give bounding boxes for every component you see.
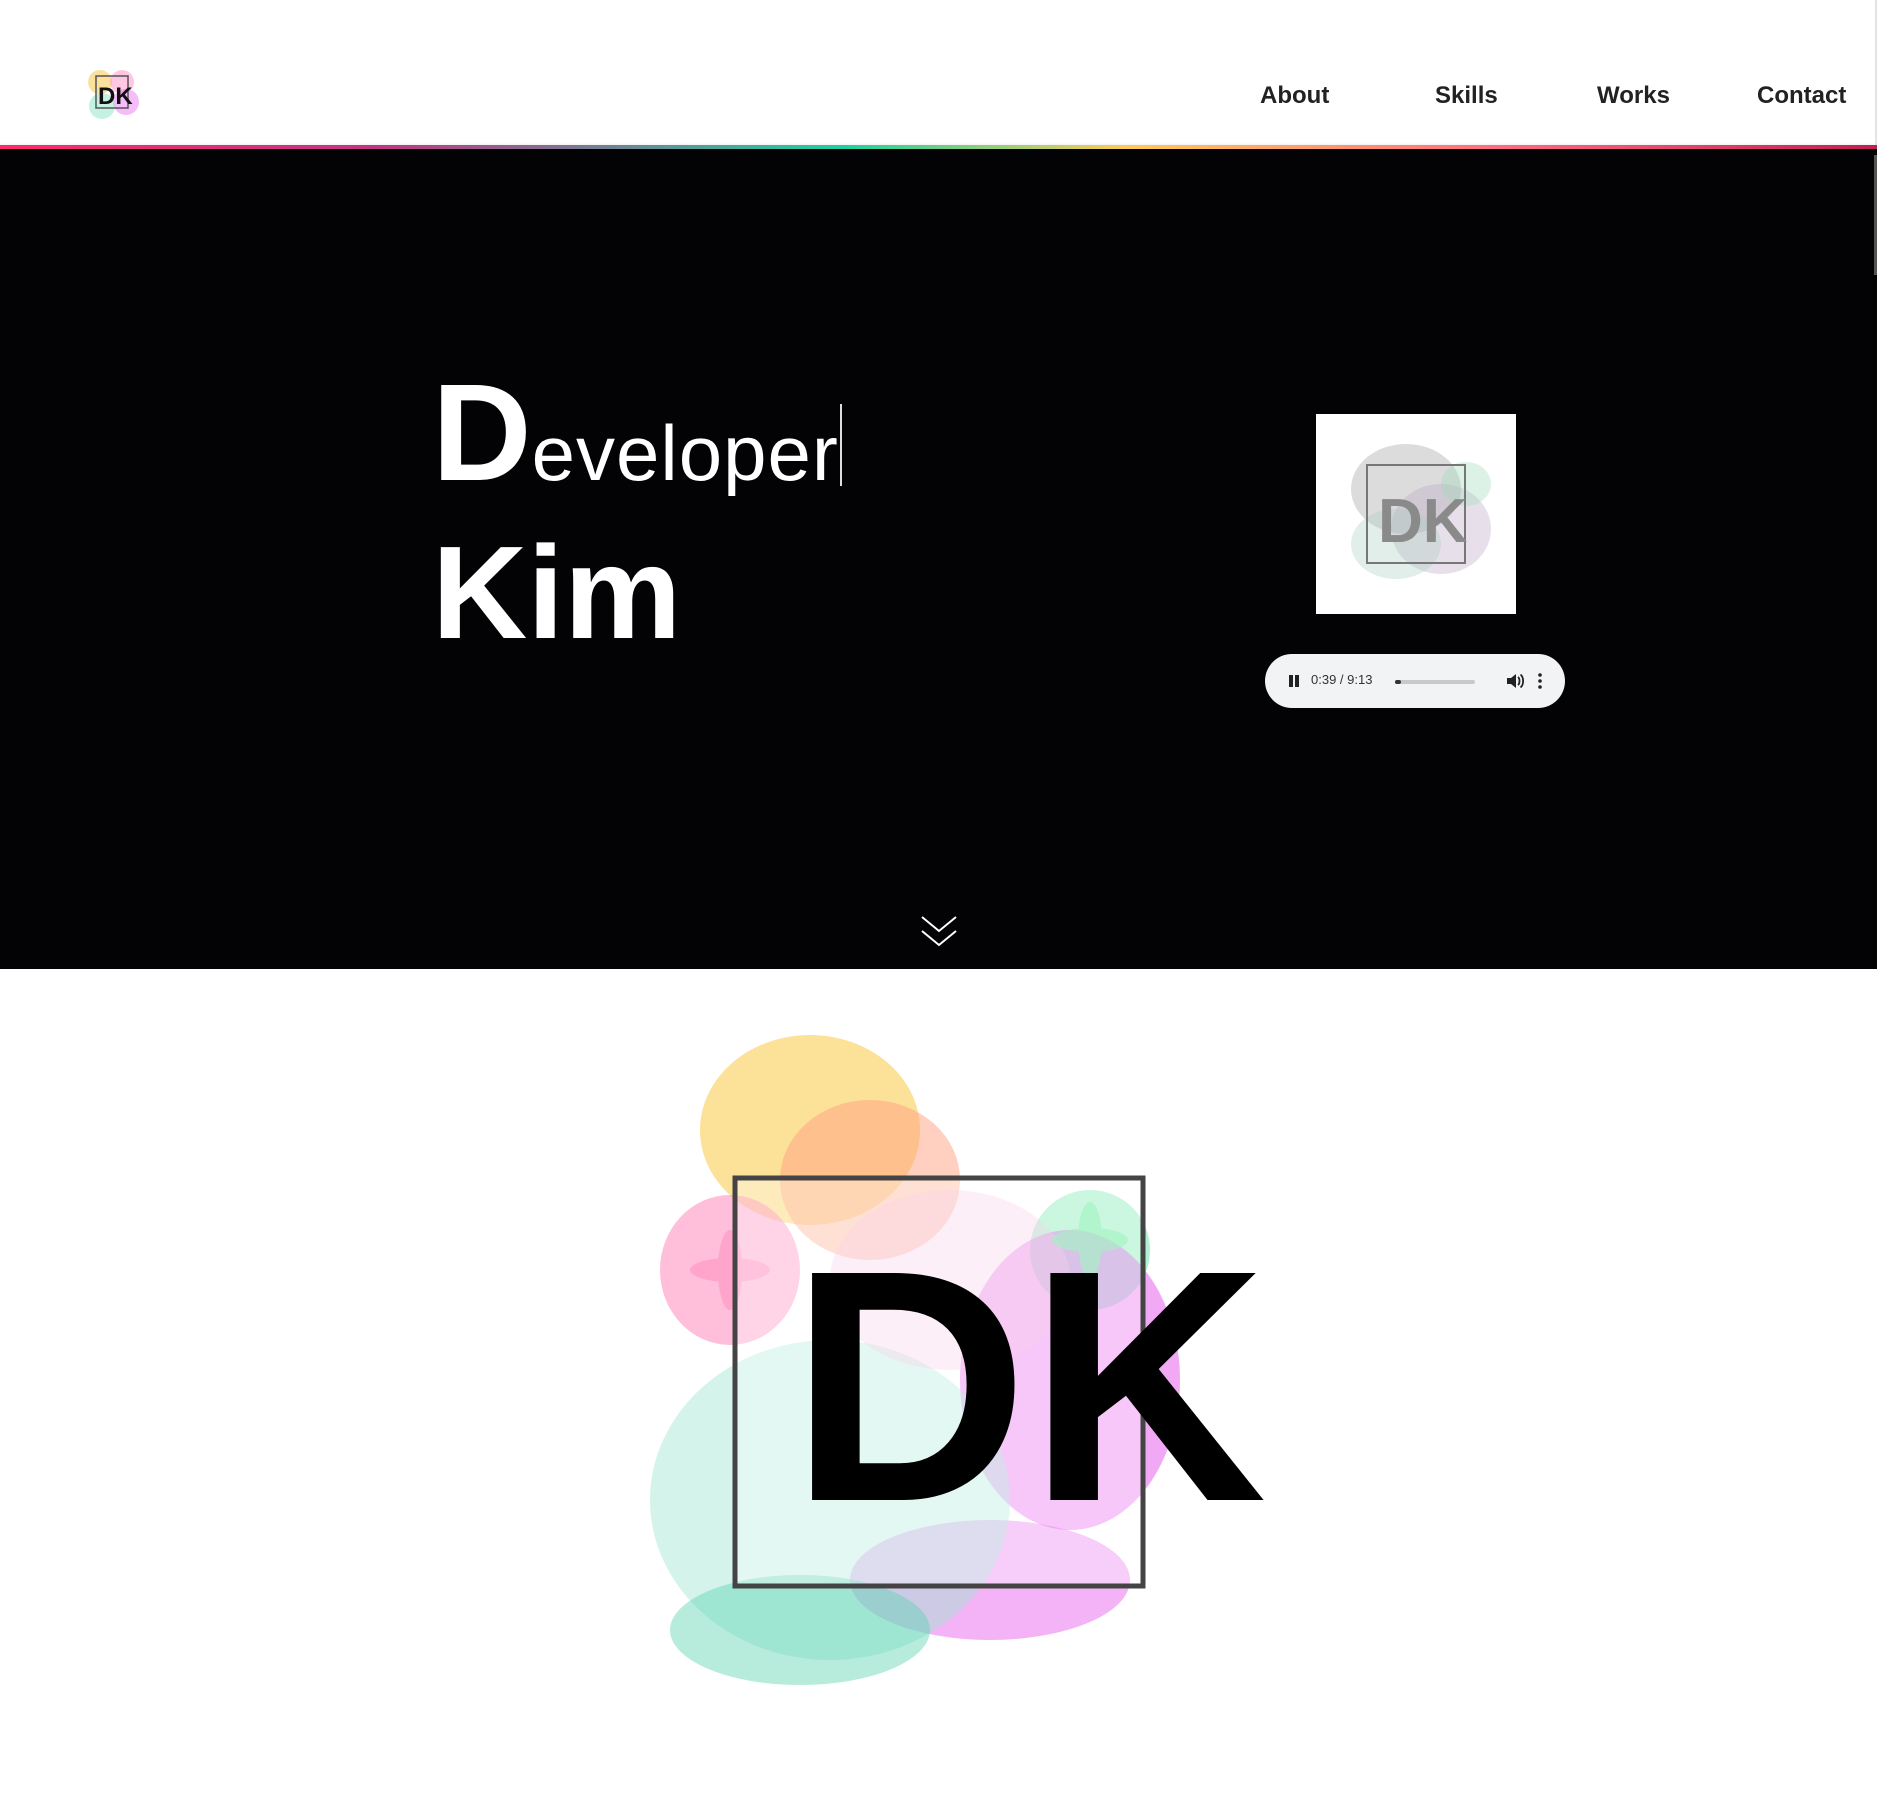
large-logo-text: DK: [790, 1201, 1267, 1570]
dk-logo-large: DK: [650, 1035, 1267, 1685]
audio-progress-fill: [1395, 680, 1401, 684]
album-art: DK: [1316, 414, 1516, 614]
hero-title: Developer: [432, 354, 842, 513]
audio-player: 0:39 / 9:13: [1265, 654, 1565, 708]
chevron-double-down-icon[interactable]: [918, 911, 960, 951]
nav-contact[interactable]: Contact: [1757, 82, 1846, 110]
hero-subtitle: Kim: [432, 519, 682, 666]
hero-section: Developer Kim DK 0:39 / 9:13: [0, 149, 1877, 969]
volume-icon[interactable]: [1505, 671, 1525, 691]
hero-title-initial: D: [432, 356, 532, 510]
site-header: DK About Skills Works Contact: [0, 0, 1877, 145]
more-options-icon[interactable]: [1535, 671, 1545, 691]
nav-works[interactable]: Works: [1597, 82, 1670, 110]
audio-seek-bar[interactable]: [1395, 680, 1475, 684]
main-nav: About Skills Works Contact: [0, 82, 1877, 122]
hero-title-rest: eveloper: [531, 409, 839, 497]
album-logo-text: DK: [1378, 487, 1468, 556]
nav-about[interactable]: About: [1260, 82, 1329, 110]
audio-time: 0:39 / 9:13: [1311, 672, 1373, 687]
pause-icon[interactable]: [1287, 673, 1301, 689]
nav-skills[interactable]: Skills: [1435, 82, 1498, 110]
typing-cursor: [839, 404, 842, 486]
